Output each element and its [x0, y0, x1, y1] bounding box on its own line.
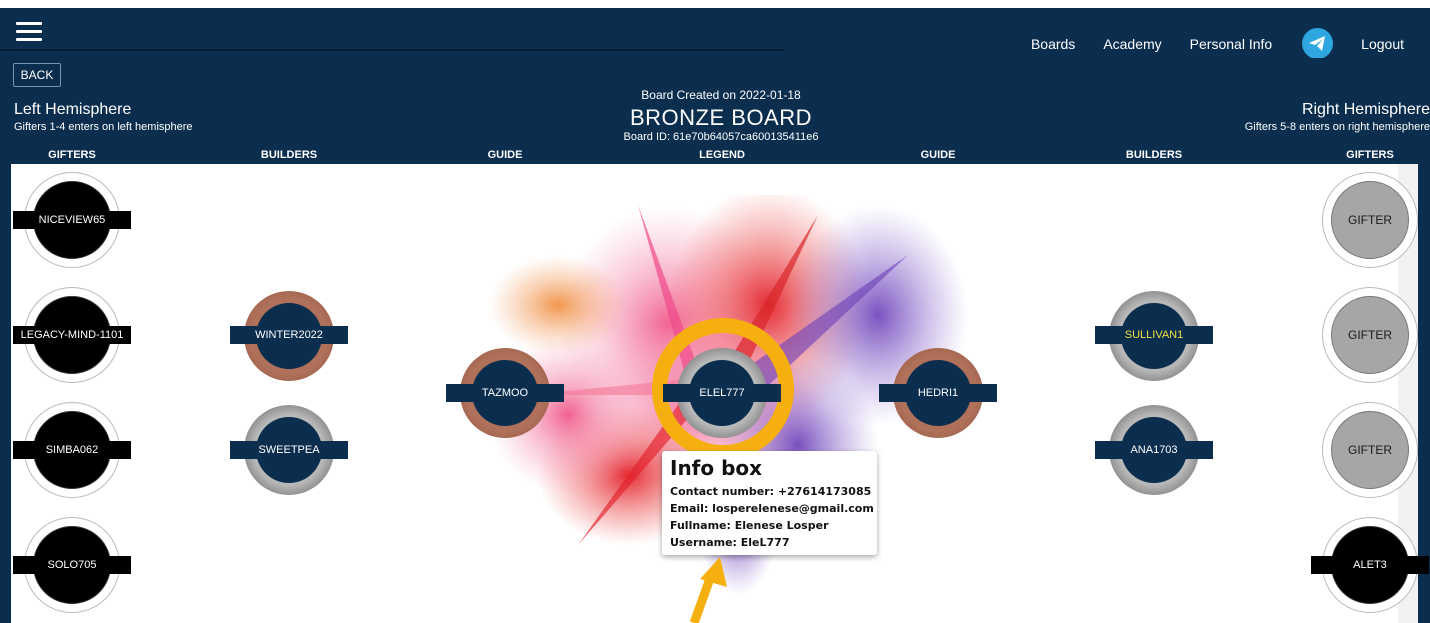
left-border: [0, 164, 11, 623]
info-fullname: Fullname: Elenese Losper: [670, 519, 829, 532]
legend-name: ELEL777: [663, 384, 781, 402]
column-label-builders-right: BUILDERS: [1125, 149, 1183, 161]
info-email: Email: losperelenese@gmail.com: [670, 502, 874, 515]
back-button[interactable]: BACK: [13, 63, 61, 87]
hamburger-menu-icon[interactable]: [16, 22, 42, 42]
logout-link[interactable]: Logout: [1361, 36, 1404, 52]
column-label-builders-left: BUILDERS: [260, 149, 318, 161]
nav-personal-info[interactable]: Personal Info: [1190, 36, 1273, 52]
right-border: [1418, 164, 1430, 623]
gifter-name-right-2: GIFTER: [1348, 328, 1392, 342]
nav-academy[interactable]: Academy: [1103, 36, 1161, 52]
board-id: Board ID: 61e70b64057ca600135411e6: [623, 131, 819, 143]
column-label-legend: LEGEND: [699, 149, 745, 161]
info-contact-number: Contact number: +27614173085: [670, 485, 872, 498]
guide-name-right: HEDRI1: [879, 384, 997, 402]
column-label-guide-left: GUIDE: [487, 149, 523, 161]
gifter-name-right-1: GIFTER: [1348, 213, 1392, 227]
gifter-name-right-3: GIFTER: [1348, 443, 1392, 457]
column-label-gifters-left: GIFTERS: [48, 149, 96, 161]
board-created-date: Board Created on 2022-01-18: [641, 88, 801, 102]
gifter-name-right-4: ALET3: [1311, 556, 1429, 574]
nav-links: Boards Academy Personal Info Logout: [1003, 28, 1404, 59]
annotation-arrow-icon: [690, 557, 727, 623]
gifter-name-left-3: SIMBA062: [13, 441, 131, 459]
gifter-name-left-4: SOLO705: [13, 556, 131, 574]
guide-name-left: TAZMOO: [446, 384, 564, 402]
builder-name-right-1: SULLIVAN1: [1095, 326, 1213, 344]
info-box-popup: Info box Contact number: +27614173085 Em…: [662, 451, 877, 555]
builder-name-right-2: ANA1703: [1095, 441, 1213, 459]
gifter-name-left-1: NICEVIEW65: [13, 211, 131, 229]
builder-name-left-1: WINTER2022: [230, 326, 348, 344]
builder-name-left-2: SWEETPEA: [230, 441, 348, 459]
nav-boards[interactable]: Boards: [1031, 36, 1075, 52]
navbar-left-strip: [0, 8, 785, 51]
info-username: Username: EleL777: [670, 536, 790, 549]
column-label-guide-right: GUIDE: [920, 149, 956, 161]
gifter-name-left-2: LEGACY-MIND-1101: [13, 326, 131, 344]
board-header: BACK Left Hemisphere Gifters 1-4 enters …: [0, 58, 1430, 164]
telegram-icon[interactable]: [1302, 28, 1334, 59]
info-box-title: Info box: [670, 456, 763, 480]
column-label-gifters-right: GIFTERS: [1346, 149, 1394, 161]
app-window: Boards Academy Personal Info Logout BACK…: [0, 0, 1430, 623]
board-title: BRONZE BOARD: [629, 105, 813, 130]
